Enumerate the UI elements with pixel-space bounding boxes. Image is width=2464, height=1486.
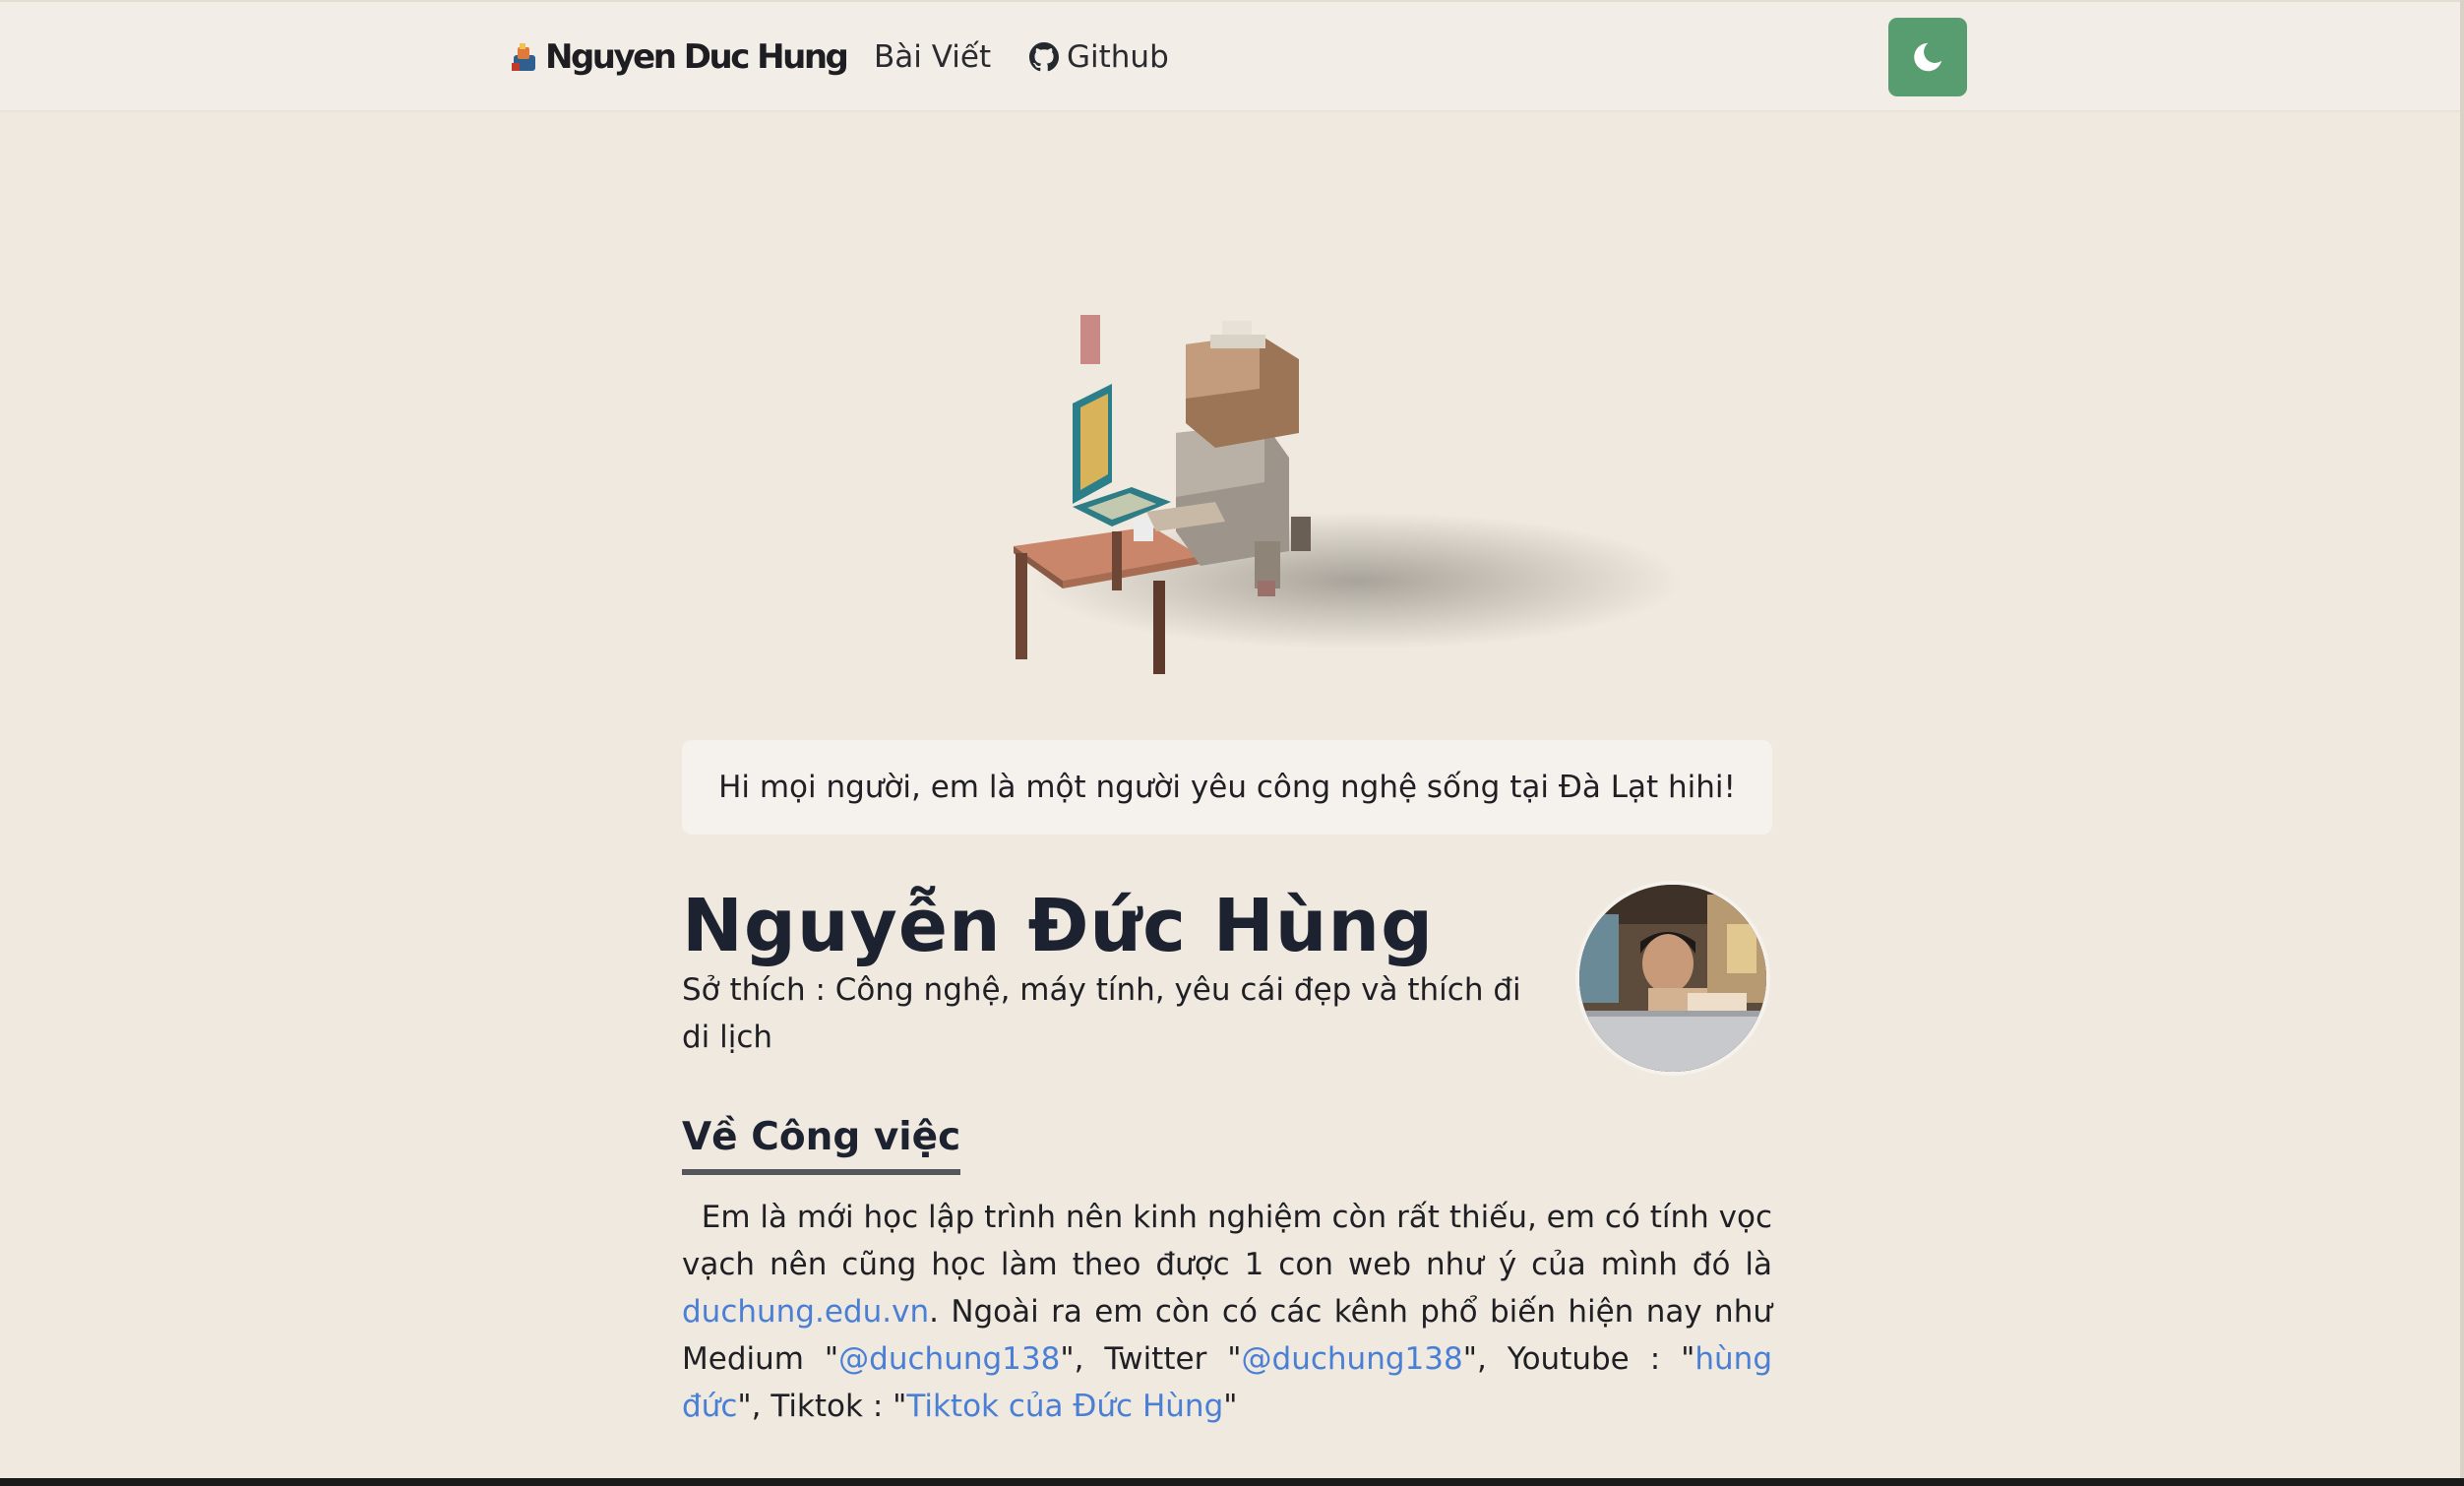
top-navbar: Nguyen Duc Hung Bài Viết Github: [0, 0, 2464, 110]
work-text-3: ", Twitter ": [1060, 1341, 1242, 1377]
work-text-4: ", Youtube : ": [1462, 1341, 1695, 1377]
moon-icon: [1914, 42, 1942, 72]
avatar-photo: [1579, 885, 1766, 1072]
work-text-1: Em là mới học lập trình nên kinh nghiệm …: [682, 1200, 1772, 1282]
avatar: [1575, 881, 1770, 1076]
work-text-6: ": [1223, 1389, 1238, 1424]
nav-link-posts[interactable]: Bài Viết: [874, 33, 991, 81]
window-bottom-edge: [0, 1478, 2464, 1486]
github-icon: [1029, 42, 1059, 72]
profile-hobby: Sở thích : Công nghệ, máy tính, yêu cái …: [682, 972, 1521, 1055]
work-text-5: ", Tiktok : ": [737, 1389, 907, 1424]
nav-link-github[interactable]: Github: [1029, 33, 1169, 81]
link-medium[interactable]: @duchung138: [838, 1341, 1060, 1377]
nav-link-posts-label: Bài Viết: [874, 39, 992, 75]
hero-voxel-illustration: [1014, 315, 1683, 674]
profile-name: Nguyễn Đức Hùng: [682, 884, 1435, 968]
brand-link[interactable]: Nguyen Duc Hung: [510, 33, 849, 81]
work-section-heading: Về Công việc: [682, 1108, 961, 1175]
link-website[interactable]: duchung.edu.vn: [682, 1294, 929, 1330]
link-tiktok[interactable]: Tiktok của Đức Hùng: [906, 1389, 1223, 1424]
brand-logo-icon: [512, 43, 535, 71]
window-right-edge: [2460, 0, 2464, 1486]
link-twitter[interactable]: @duchung138: [1242, 1341, 1463, 1377]
nav-link-github-label: Github: [1067, 39, 1169, 75]
work-description: Em là mới học lập trình nên kinh nghiệm …: [682, 1194, 1772, 1430]
brand-name: Nguyen Duc Hung: [545, 37, 849, 77]
theme-toggle-button[interactable]: [1888, 18, 1967, 96]
greeting-text: Hi mọi người, em là một người yêu công n…: [718, 770, 1736, 805]
greeting-banner: Hi mọi người, em là một người yêu công n…: [682, 740, 1772, 835]
